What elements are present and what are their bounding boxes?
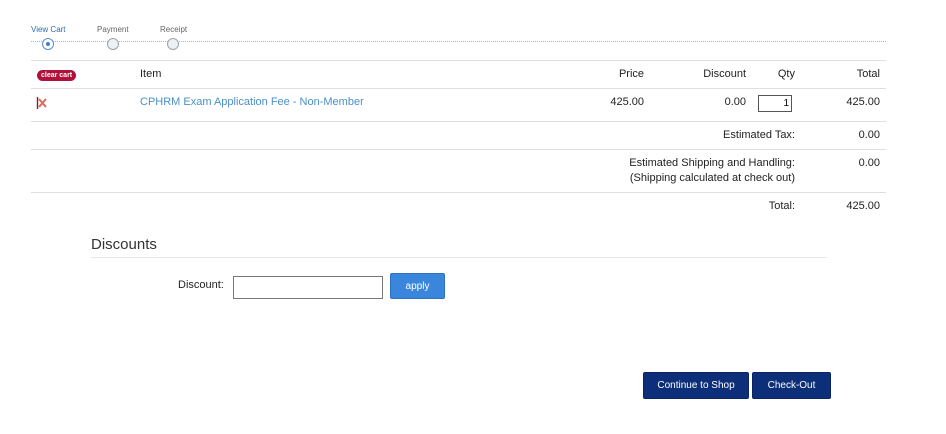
steps-track <box>31 41 886 42</box>
row-divider <box>31 121 886 122</box>
discount-field-label: Discount: <box>178 279 224 291</box>
step-receipt-radio[interactable] <box>167 38 179 50</box>
total-value: 425.00 <box>846 200 880 212</box>
shipping-label: Estimated Shipping and Handling: <box>629 157 795 169</box>
discount-code-input[interactable] <box>233 276 383 299</box>
tax-value: 0.00 <box>858 129 880 141</box>
step-view-cart-radio[interactable] <box>42 38 54 50</box>
discounts-divider <box>91 257 827 258</box>
remove-item-icon[interactable] <box>36 96 48 110</box>
step-receipt-label: Receipt <box>160 25 188 34</box>
header-discount: Discount <box>703 68 746 80</box>
shipping-note: (Shipping calculated at check out) <box>629 172 795 184</box>
checkout-button[interactable]: Check-Out <box>752 372 831 399</box>
shipping-value: 0.00 <box>858 157 880 169</box>
total-label: Total: <box>768 200 795 212</box>
header-price: Price <box>618 68 644 80</box>
table-top-divider <box>31 60 886 61</box>
quantity-input[interactable] <box>758 95 792 112</box>
step-payment-label: Payment <box>97 25 129 34</box>
continue-shopping-button[interactable]: Continue to Shop <box>643 372 749 399</box>
item-name-link[interactable]: CPHRM Exam Application Fee - Non-Member <box>140 96 364 108</box>
header-divider <box>31 88 886 89</box>
item-price: 425.00 <box>610 96 644 108</box>
shipping-divider <box>31 192 886 193</box>
clear-cart-button[interactable]: clear cart <box>37 70 77 81</box>
tax-divider <box>31 149 886 150</box>
discounts-title: Discounts <box>91 236 157 253</box>
header-item: Item <box>140 68 162 80</box>
tax-label: Estimated Tax: <box>723 129 795 141</box>
item-discount: 0.00 <box>724 96 746 108</box>
item-total: 425.00 <box>846 96 880 108</box>
apply-discount-button[interactable]: apply <box>390 273 445 299</box>
header-qty: Qty <box>777 68 795 80</box>
header-total: Total <box>856 68 880 80</box>
step-payment-radio[interactable] <box>107 38 119 50</box>
step-view-cart-label: View Cart <box>31 25 66 34</box>
